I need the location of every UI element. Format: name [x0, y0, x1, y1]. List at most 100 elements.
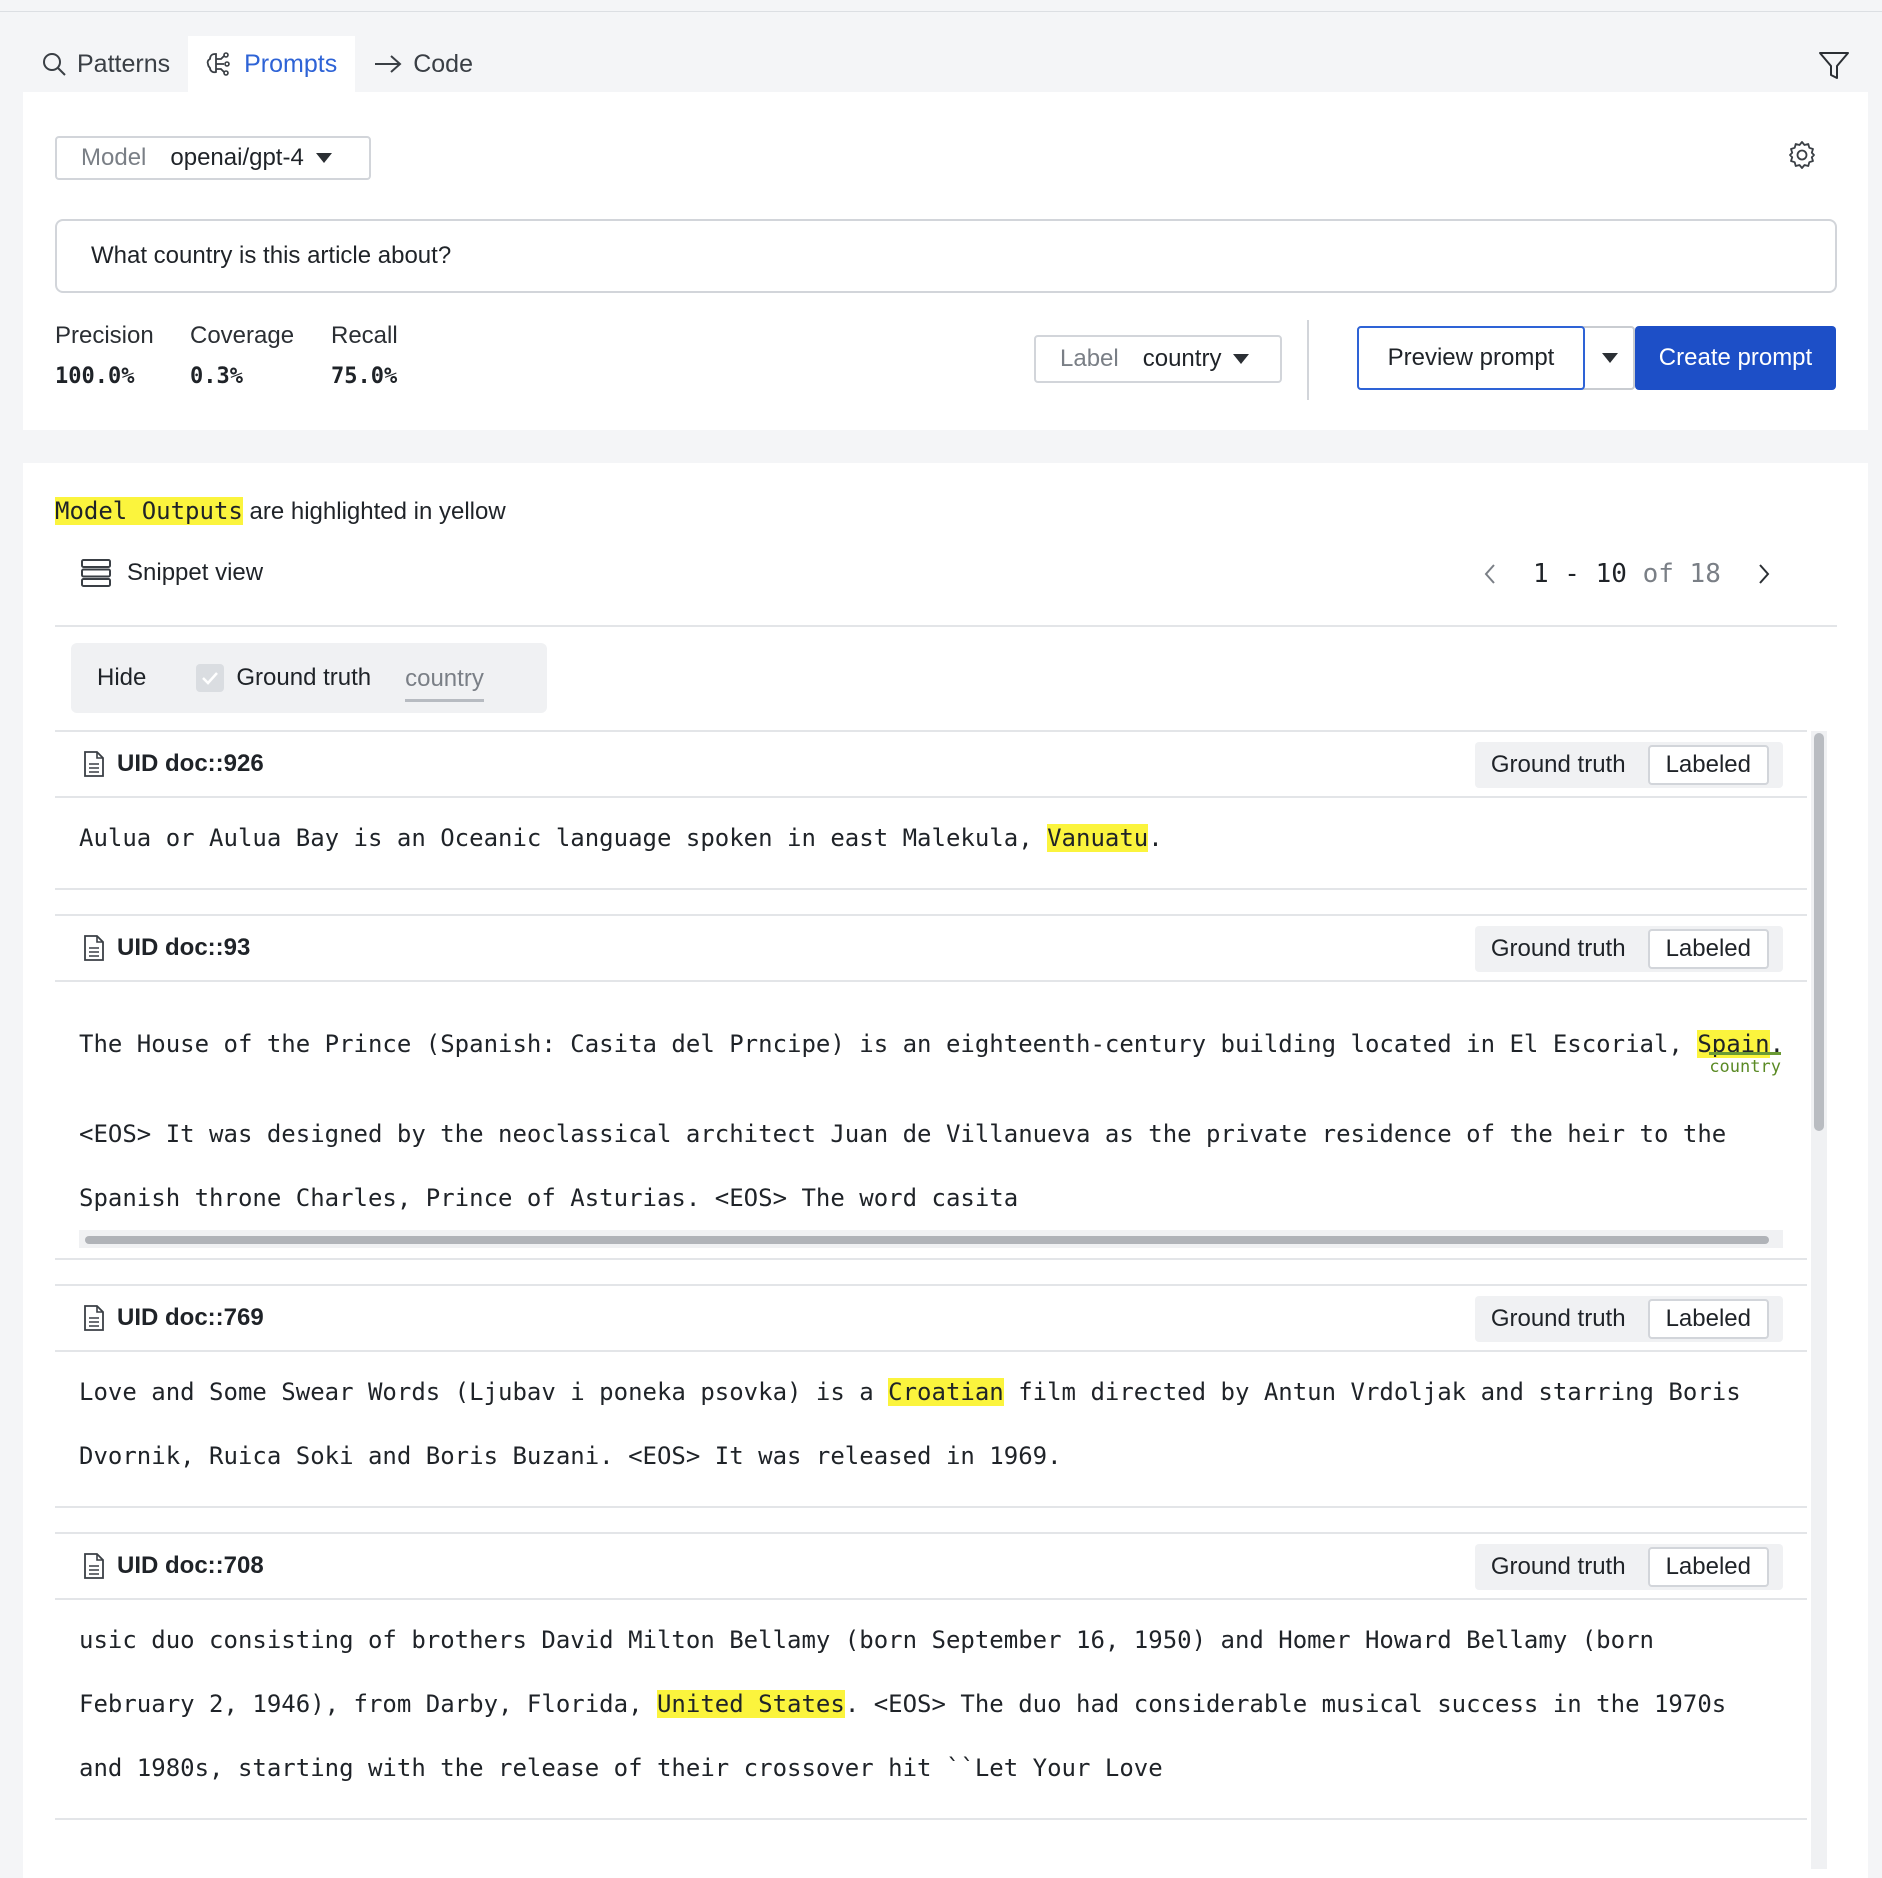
highlight-legend: Model Outputs are highlighted in yellow [55, 497, 506, 526]
metric-label: Precision [55, 322, 154, 349]
legend-text: are highlighted in yellow [242, 498, 506, 525]
legend-highlight: Model Outputs [55, 497, 243, 525]
snippet-view-toggle[interactable]: Snippet view [81, 559, 263, 587]
metric-value: 100.0% [55, 364, 135, 389]
document-text: Love and Some Swear Words (Ljubav i pone… [55, 1352, 1807, 1506]
document-text: usic duo consisting of brothers David Mi… [55, 1600, 1807, 1818]
metric-recall: Recall 75.0% [331, 322, 398, 389]
metric-label: Coverage [190, 322, 295, 349]
label-select-value: country [1142, 345, 1222, 372]
chevron-right-icon [1759, 564, 1770, 584]
brain-icon [206, 52, 230, 76]
ground-truth-status: Ground truth Labeled [1474, 742, 1783, 788]
ground-truth-label: Ground truth [236, 664, 372, 691]
chevron-down-icon [315, 153, 332, 163]
prompt-builder-panel: Model openai/gpt-4 Precision 100.0% Cove… [23, 92, 1868, 430]
chevron-left-icon [1484, 564, 1495, 584]
text-segment: Love and Some Swear Words (Ljubav i pone… [79, 1378, 889, 1406]
gear-icon[interactable] [1787, 140, 1817, 170]
document-header: UID doc::708 Ground truth Labeled [55, 1534, 1807, 1600]
vertical-divider [1307, 320, 1309, 400]
document-icon [84, 1305, 104, 1331]
document-uid-text: UID doc::769 [117, 1304, 264, 1331]
text-segment: Aulua or Aulua Bay is an Oceanic languag… [79, 824, 1048, 852]
document-card: UID doc::93 Ground truth Labeled The Hou… [55, 914, 1807, 1260]
hide-button[interactable]: Hide [97, 664, 146, 692]
labeled-badge[interactable]: Labeled [1647, 929, 1769, 969]
tab-label: Code [413, 49, 473, 78]
metric-label: Recall [331, 322, 398, 349]
tab-prompts[interactable]: Prompts [188, 36, 356, 92]
document-uid-text: UID doc::708 [117, 1552, 264, 1579]
document-uid: UID doc::769 [83, 1304, 264, 1332]
page-range-value: 1 - 10 [1533, 559, 1627, 589]
labeled-badge[interactable]: Labeled [1647, 745, 1769, 785]
document-icon [84, 751, 104, 777]
tab-patterns[interactable]: Patterns [23, 36, 188, 92]
display-filter-bar: Hide Ground truth country [71, 643, 547, 713]
pagination: 1 - 10 of 18 [1483, 559, 1771, 589]
metric-value: 0.3% [190, 364, 243, 389]
page-total: of 18 [1642, 559, 1721, 589]
next-page-button[interactable] [1757, 563, 1771, 585]
results-panel: Model Outputs are highlighted in yellow … [23, 463, 1868, 1878]
prompt-input[interactable] [55, 219, 1837, 293]
vertical-scrollbar[interactable] [1811, 731, 1827, 1869]
scrollbar-thumb[interactable] [85, 1236, 1769, 1244]
model-select[interactable]: Model openai/gpt-4 [55, 136, 371, 180]
ground-truth-label: Ground truth [1490, 1305, 1626, 1332]
text-segment: The House of the Prince (Spanish: Casita… [79, 1030, 1698, 1058]
create-prompt-button[interactable]: Create prompt [1635, 326, 1836, 390]
preview-prompt-button[interactable]: Preview prompt [1357, 326, 1585, 390]
document-uid-text: UID doc::926 [117, 750, 264, 777]
filter-icon[interactable] [1818, 50, 1850, 82]
model-output-highlight[interactable]: United States [656, 1690, 845, 1718]
tab-label: Prompts [244, 49, 338, 78]
previous-page-button[interactable] [1483, 563, 1497, 585]
document-card: UID doc::926 Ground truth Labeled Aulua … [55, 730, 1807, 890]
ground-truth-label: Ground truth [1490, 751, 1626, 778]
document-text: The House of the Prince (Spanish: Casita… [55, 982, 1807, 1102]
labeled-badge[interactable]: Labeled [1647, 1299, 1769, 1339]
ground-truth-status: Ground truth Labeled [1474, 1296, 1783, 1342]
tab-code[interactable]: Code [355, 36, 491, 92]
document-uid: UID doc::708 [83, 1552, 264, 1580]
document-header: UID doc::769 Ground truth Labeled [55, 1286, 1807, 1352]
preview-options-button[interactable] [1585, 328, 1635, 388]
document-uid: UID doc::93 [83, 934, 250, 962]
divider [55, 625, 1837, 627]
ground-truth-checkbox[interactable] [196, 664, 225, 692]
top-divider [0, 11, 1882, 12]
scrollbar-thumb[interactable] [1814, 733, 1824, 1131]
ground-truth-status: Ground truth Labeled [1474, 926, 1783, 972]
document-uid: UID doc::926 [83, 750, 264, 778]
labeled-span: Spain country [1697, 1004, 1782, 1084]
model-output-highlight[interactable]: Croatian [888, 1378, 1004, 1406]
snippet-view-label: Snippet view [127, 559, 264, 586]
metric-coverage: Coverage 0.3% [190, 322, 294, 389]
document-uid-text: UID doc::93 [117, 934, 251, 961]
document-header: UID doc::93 Ground truth Labeled [55, 916, 1807, 982]
chevron-down-icon [1233, 354, 1250, 364]
arrow-right-icon [375, 55, 402, 73]
document-icon [84, 1553, 104, 1579]
document-text-line: <EOS> It was designed by the neoclassica… [79, 1120, 1727, 1148]
metric-value: 75.0% [331, 364, 398, 389]
checkmark-icon [202, 672, 219, 685]
document-text-line: Spanish throne Charles, Prince of Asturi… [79, 1184, 1019, 1212]
model-select-label: Model [81, 144, 147, 171]
model-output-highlight[interactable]: Vanuatu [1047, 824, 1149, 852]
label-select-label: Label [1060, 345, 1119, 372]
label-select[interactable]: Label country [1034, 335, 1282, 383]
ground-truth-label: Ground truth [1490, 1553, 1626, 1580]
metric-precision: Precision 100.0% [55, 322, 154, 389]
text-segment: . [1148, 824, 1163, 852]
document-text: Aulua or Aulua Bay is an Oceanic languag… [55, 798, 1807, 888]
tab-bar: Patterns Prompts Code [23, 36, 491, 92]
chevron-down-icon [1602, 353, 1618, 363]
country-filter-tab[interactable]: country [405, 665, 484, 702]
labeled-badge[interactable]: Labeled [1647, 1547, 1769, 1587]
horizontal-scrollbar[interactable] [79, 1230, 1783, 1248]
ground-truth-status: Ground truth Labeled [1474, 1544, 1783, 1590]
ground-truth-label: Ground truth [1490, 935, 1626, 962]
